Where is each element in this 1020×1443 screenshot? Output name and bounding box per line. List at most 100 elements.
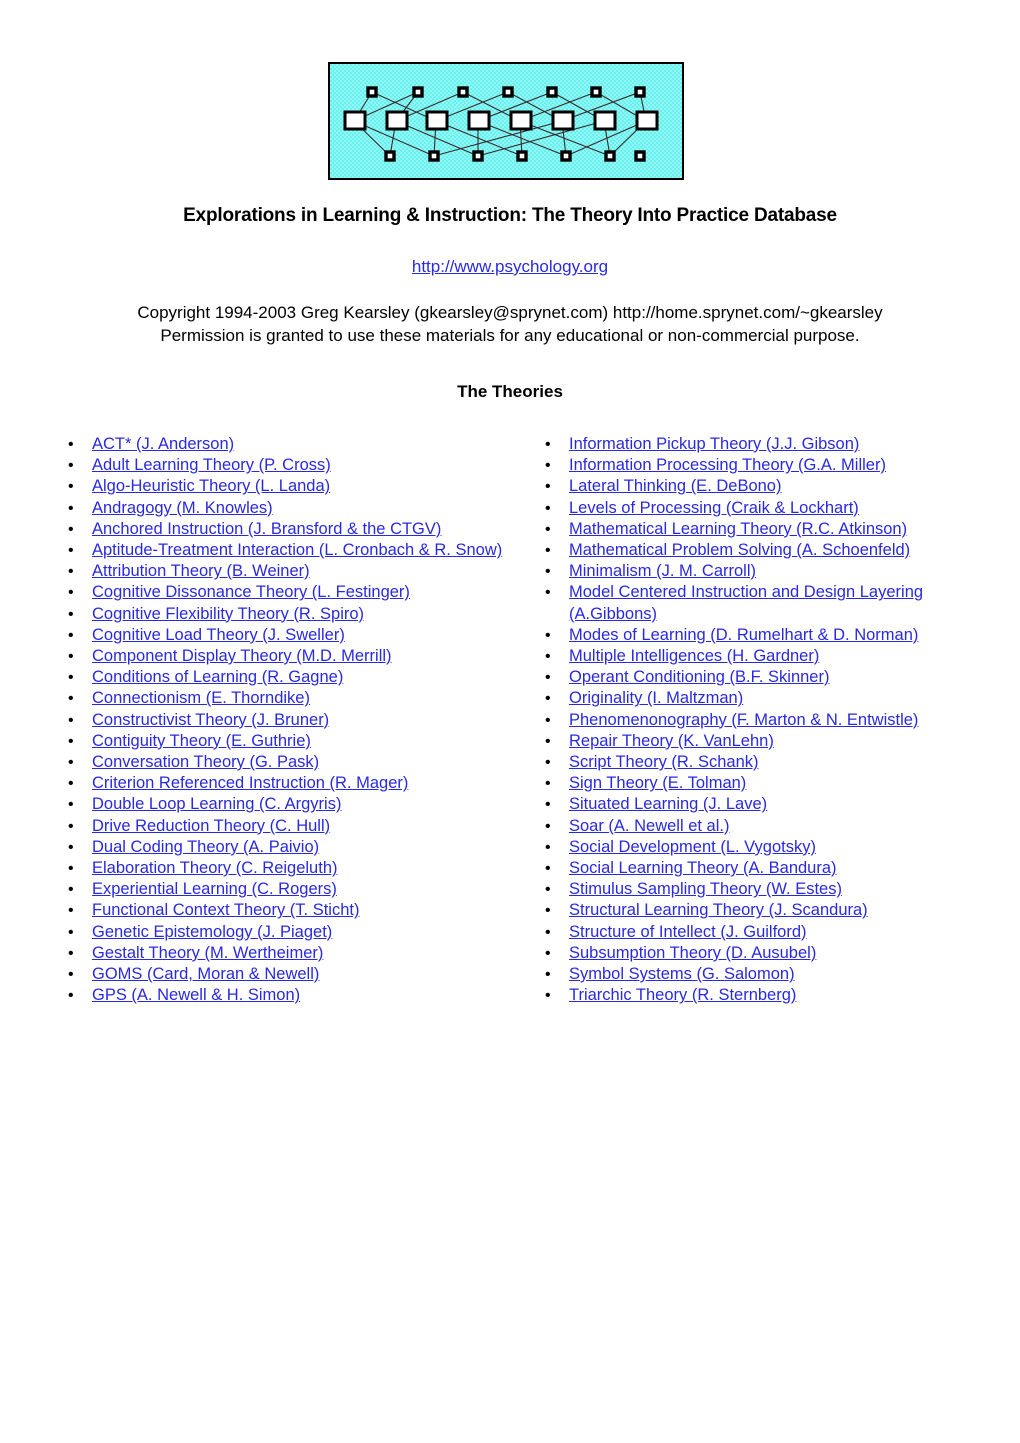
theory-link[interactable]: Dual Coding Theory (A. Paivio) xyxy=(92,838,319,856)
bullet-icon: • xyxy=(68,584,74,602)
bullet-icon: • xyxy=(68,499,74,517)
bullet-icon: • xyxy=(68,436,74,453)
bullet-icon: • xyxy=(68,457,74,475)
theory-link[interactable]: Double Loop Learning (C. Argyris) xyxy=(92,795,341,813)
theory-link[interactable]: Conversation Theory (G. Pask) xyxy=(92,753,319,771)
theory-link[interactable]: Cognitive Flexibility Theory (R. Spiro) xyxy=(92,605,364,623)
theory-list-item: • Constructivist Theory (J. Bruner) xyxy=(58,710,533,731)
theory-list-item: • Mathematical Learning Theory (R.C. Atki… xyxy=(535,519,1010,540)
theory-link[interactable]: Lateral Thinking (E. DeBono) xyxy=(569,477,781,495)
theory-link[interactable]: GOMS (Card, Moran & Newell) xyxy=(92,965,319,983)
bullet-icon: • xyxy=(545,478,551,496)
bullet-icon: • xyxy=(68,690,74,708)
theory-link[interactable]: Phenomenonography (F. Marton & N. Entwis… xyxy=(569,711,918,729)
theory-link[interactable]: Genetic Epistemology (J. Piaget) xyxy=(92,923,332,941)
theory-list-item: • Component Display Theory (M.D. Merrill) xyxy=(58,646,533,667)
theory-link[interactable]: Drive Reduction Theory (C. Hull) xyxy=(92,817,330,835)
theory-link[interactable]: Elaboration Theory (C. Reigeluth) xyxy=(92,859,338,877)
theory-link[interactable]: Structure of Intellect (J. Guilford) xyxy=(569,923,807,941)
bullet-icon: • xyxy=(68,796,74,814)
theory-link[interactable]: Symbol Systems (G. Salomon) xyxy=(569,965,795,983)
theory-link[interactable]: Stimulus Sampling Theory (W. Estes) xyxy=(569,880,842,898)
theory-link[interactable]: Connectionism (E. Thorndike) xyxy=(92,689,310,707)
theory-link[interactable]: Cognitive Load Theory (J. Sweller) xyxy=(92,626,345,644)
bullet-icon: • xyxy=(545,499,551,517)
theory-link[interactable]: Adult Learning Theory (P. Cross) xyxy=(92,456,331,474)
bullet-icon: • xyxy=(68,860,74,878)
bullet-icon: • xyxy=(545,966,551,984)
theory-link[interactable]: Modes of Learning (D. Rumelhart & D. Nor… xyxy=(569,626,918,644)
theory-link[interactable]: Repair Theory (K. VanLehn) xyxy=(569,732,774,750)
theory-link[interactable]: Structural Learning Theory (J. Scandura) xyxy=(569,901,868,919)
theory-link[interactable]: Sign Theory (E. Tolman) xyxy=(569,774,746,792)
theory-link[interactable]: Experiential Learning (C. Rogers) xyxy=(92,880,337,898)
theory-link[interactable]: Operant Conditioning (B.F. Skinner) xyxy=(569,668,829,686)
bullet-icon: • xyxy=(68,648,74,666)
theory-link[interactable]: Triarchic Theory (R. Sternberg) xyxy=(569,986,796,1004)
bullet-icon: • xyxy=(68,669,74,687)
theory-link[interactable]: Conditions of Learning (R. Gagne) xyxy=(92,668,343,686)
theory-link[interactable]: Subsumption Theory (D. Ausubel) xyxy=(569,944,816,962)
theory-link[interactable]: Social Learning Theory (A. Bandura) xyxy=(569,859,837,877)
theory-link[interactable]: Functional Context Theory (T. Sticht) xyxy=(92,901,359,919)
site-url-link[interactable]: http://www.psychology.org xyxy=(60,257,960,277)
theory-link[interactable]: Mathematical Problem Solving (A. Schoenf… xyxy=(569,541,910,559)
theory-link[interactable]: Soar (A. Newell et al.) xyxy=(569,817,729,835)
theory-list-item: • Information Pickup Theory (J.J. Gibson) xyxy=(535,434,1010,455)
bullet-icon: • xyxy=(68,711,74,729)
theory-list-item: • Model Centered Instruction and Design L… xyxy=(535,582,1010,624)
theory-link[interactable]: Criterion Referenced Instruction (R. Mag… xyxy=(92,774,408,792)
bullet-icon: • xyxy=(545,563,551,581)
theory-list-item: • Contiguity Theory (E. Guthrie) xyxy=(58,731,533,752)
theory-list-item: • Soar (A. Newell et al.) xyxy=(535,816,1010,837)
bullet-icon: • xyxy=(68,966,74,984)
theory-list-item: • Cognitive Flexibility Theory (R. Spiro) xyxy=(58,604,533,625)
theory-link[interactable]: Minimalism (J. M. Carroll) xyxy=(569,562,756,580)
theory-link[interactable]: Component Display Theory (M.D. Merrill) xyxy=(92,647,392,665)
theory-list-item: • Structural Learning Theory (J. Scandura… xyxy=(535,900,1010,921)
bullet-icon: • xyxy=(68,754,74,772)
theory-list-item: • GPS (A. Newell & H. Simon) xyxy=(58,985,533,1006)
bullet-icon: • xyxy=(545,881,551,899)
theory-list-item: • Criterion Referenced Instruction (R. Ma… xyxy=(58,773,533,794)
theory-link[interactable]: Situated Learning (J. Lave) xyxy=(569,795,767,813)
theory-link[interactable]: Contiguity Theory (E. Guthrie) xyxy=(92,732,311,750)
theory-list-item: • Minimalism (J. M. Carroll) xyxy=(535,561,1010,582)
theory-link[interactable]: Cognitive Dissonance Theory (L. Festinge… xyxy=(92,583,410,601)
bullet-icon: • xyxy=(545,669,551,687)
theory-link[interactable]: Attribution Theory (B. Weiner) xyxy=(92,562,310,580)
theory-link[interactable]: Script Theory (R. Schank) xyxy=(569,753,759,771)
bullet-icon: • xyxy=(545,838,551,856)
bullet-icon: • xyxy=(545,902,551,920)
theory-link[interactable]: Gestalt Theory (M. Wertheimer) xyxy=(92,944,323,962)
theory-link[interactable]: Levels of Processing (Craik & Lockhart) xyxy=(569,499,859,517)
theory-link[interactable]: Algo-Heuristic Theory (L. Landa) xyxy=(92,477,330,495)
theory-list-item: • ACT* (J. Anderson) xyxy=(58,434,533,455)
theory-columns: • ACT* (J. Anderson) • Adult Learning Theor… xyxy=(0,434,1020,1006)
theory-list-item: • Genetic Epistemology (J. Piaget) xyxy=(58,922,533,943)
theory-link[interactable]: Model Centered Instruction and Design La… xyxy=(569,583,923,622)
theory-list-item: • Conditions of Learning (R. Gagne) xyxy=(58,667,533,688)
theory-link[interactable]: Mathematical Learning Theory (R.C. Atkin… xyxy=(569,520,907,538)
theory-link[interactable]: Aptitude-Treatment Interaction (L. Cronb… xyxy=(92,541,502,559)
theory-link[interactable]: Constructivist Theory (J. Bruner) xyxy=(92,711,329,729)
bullet-icon: • xyxy=(68,902,74,920)
header-image-container xyxy=(328,62,684,180)
theory-link[interactable]: Multiple Intelligences (H. Gardner) xyxy=(569,647,819,665)
theory-link[interactable]: Social Development (L. Vygotsky) xyxy=(569,838,816,856)
bullet-icon: • xyxy=(68,838,74,856)
theory-list-right: • Information Pickup Theory (J.J. Gibson)… xyxy=(535,434,1010,1006)
theory-list-item: • Adult Learning Theory (P. Cross) xyxy=(58,455,533,476)
theory-link[interactable]: Andragogy (M. Knowles) xyxy=(92,499,273,517)
theory-link[interactable]: Information Processing Theory (G.A. Mill… xyxy=(569,456,886,474)
theory-link[interactable]: ACT* (J. Anderson) xyxy=(92,435,234,453)
bullet-icon: • xyxy=(545,860,551,878)
theory-link[interactable]: Originality (I. Maltzman) xyxy=(569,689,743,707)
bullet-icon: • xyxy=(545,817,551,835)
theory-link[interactable]: GPS (A. Newell & H. Simon) xyxy=(92,986,300,1004)
theory-list-item: • Levels of Processing (Craik & Lockhart) xyxy=(535,498,1010,519)
theory-link[interactable]: Anchored Instruction (J. Bransford & the… xyxy=(92,520,441,538)
theory-link[interactable]: Information Pickup Theory (J.J. Gibson) xyxy=(569,435,859,453)
theory-list-item: • Aptitude-Treatment Interaction (L. Cron… xyxy=(58,540,533,561)
neural-network-diagram-icon xyxy=(328,62,684,180)
